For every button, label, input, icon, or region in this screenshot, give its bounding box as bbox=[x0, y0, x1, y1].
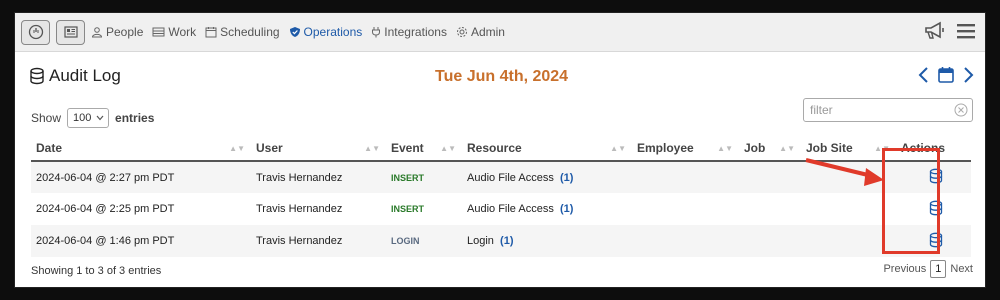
cell-user: Travis Hernandez bbox=[256, 203, 343, 215]
work-icon bbox=[152, 27, 165, 37]
nav-item-integrations[interactable]: Integrations bbox=[371, 25, 447, 39]
sort-icon: ▲▼ bbox=[364, 144, 380, 153]
resource-count-link[interactable]: (1) bbox=[560, 203, 573, 215]
nav-right bbox=[923, 20, 977, 42]
megaphone-icon[interactable] bbox=[923, 20, 947, 42]
column-header-job[interactable]: Job ▲▼ bbox=[739, 135, 801, 162]
current-date: Tue Jun 4th, 2024 bbox=[435, 68, 569, 85]
entries-control: Show 100 entries bbox=[31, 108, 154, 128]
cell-job bbox=[739, 161, 801, 193]
sort-icon: ▲▼ bbox=[610, 144, 626, 153]
cell-resource: Audio File Access (1) bbox=[462, 161, 632, 193]
page-title-text: Audit Log bbox=[49, 66, 121, 85]
table-info: Showing 1 to 3 of 3 entries bbox=[31, 265, 162, 277]
gauge-icon bbox=[28, 24, 43, 40]
sort-icon: ▲▼ bbox=[717, 144, 733, 153]
cell-resource: Audio File Access (1) bbox=[462, 193, 632, 225]
table-header-row: Date ▲▼ User ▲▼ Event ▲▼ Resource ▲▼ Employe… bbox=[31, 135, 971, 162]
cell-user: Travis Hernandez bbox=[251, 161, 386, 193]
nav-item-label: Work bbox=[168, 25, 197, 39]
nav-item-label: Scheduling bbox=[220, 25, 280, 39]
audit-table: Date ▲▼ User ▲▼ Event ▲▼ Resource ▲▼ Employe… bbox=[31, 135, 971, 257]
app-frame: People Work Scheduling Operations Integr… bbox=[14, 12, 986, 288]
nav-item-people[interactable]: People bbox=[91, 25, 143, 39]
event-badge: INSERT bbox=[391, 204, 425, 214]
page-title: Audit Log bbox=[29, 66, 121, 86]
previous-button[interactable]: Previous bbox=[883, 263, 926, 275]
entries-value: 100 bbox=[73, 112, 92, 124]
filter-input[interactable]: filter bbox=[803, 98, 973, 122]
nav-item-scheduling[interactable]: Scheduling bbox=[205, 25, 280, 39]
annotation-highlight-box bbox=[882, 148, 940, 254]
column-header-employee[interactable]: Employee ▲▼ bbox=[632, 135, 739, 162]
cell-date: 2024-06-04 @ 2:25 pm PDT bbox=[36, 203, 175, 215]
sort-icon: ▲▼ bbox=[779, 144, 795, 153]
chevron-right-icon[interactable] bbox=[961, 66, 975, 84]
nav-item-label: People bbox=[106, 25, 144, 39]
date-navigation bbox=[917, 66, 975, 84]
column-header-event[interactable]: Event ▲▼ bbox=[386, 135, 462, 162]
show-label: Show bbox=[31, 111, 62, 125]
cell-user: Travis Hernandez bbox=[251, 225, 386, 257]
resource-count-link[interactable]: (1) bbox=[560, 172, 573, 184]
filter-placeholder: filter bbox=[810, 103, 833, 117]
clear-icon[interactable] bbox=[954, 103, 968, 117]
cell-date: 2024-06-04 @ 2:27 pm PDT bbox=[31, 161, 251, 193]
chevron-left-icon[interactable] bbox=[917, 66, 931, 84]
cell-event: LOGIN bbox=[386, 225, 462, 257]
entries-select[interactable]: 100 bbox=[67, 108, 110, 128]
sort-icon: ▲▼ bbox=[229, 144, 245, 153]
cell-event: INSERT bbox=[386, 193, 462, 225]
table-row: 2024-06-04 @ 2:25 pm PDT Travis Hernande… bbox=[31, 193, 971, 225]
cell-event: INSERT bbox=[386, 161, 462, 193]
sort-icon: ▲▼ bbox=[440, 144, 456, 153]
top-nav: People Work Scheduling Operations Integr… bbox=[15, 13, 985, 52]
entries-label: entries bbox=[115, 111, 155, 125]
resource-name: Audio File Access bbox=[467, 171, 554, 184]
table-controls: Show 100 entries filter bbox=[15, 92, 985, 132]
cell-resource: Login (1) bbox=[462, 225, 632, 257]
chevron-down-icon bbox=[96, 115, 104, 121]
cell-job bbox=[739, 193, 801, 225]
gear-icon bbox=[456, 27, 467, 37]
column-header-user[interactable]: User ▲▼ bbox=[251, 135, 386, 162]
resource-count-link[interactable]: (1) bbox=[500, 235, 513, 247]
nav-item-work[interactable]: Work bbox=[152, 25, 196, 39]
column-header-date[interactable]: Date ▲▼ bbox=[31, 135, 251, 162]
title-row: Audit Log Tue Jun 4th, 2024 bbox=[15, 52, 985, 92]
page-1-button[interactable]: 1 bbox=[930, 260, 947, 278]
cell-date: 2024-06-04 @ 1:46 pm PDT bbox=[31, 225, 251, 257]
news-button[interactable] bbox=[56, 19, 85, 45]
dashboard-button[interactable] bbox=[21, 19, 50, 45]
event-badge: INSERT bbox=[391, 172, 425, 183]
cell-employee bbox=[632, 193, 739, 225]
column-header-resource[interactable]: Resource ▲▼ bbox=[462, 135, 632, 162]
cell-employee bbox=[632, 225, 739, 257]
newspaper-icon bbox=[63, 26, 78, 38]
calendar-icon bbox=[205, 27, 217, 38]
database-icon bbox=[30, 67, 44, 85]
pagination: Previous 1 Next bbox=[883, 260, 973, 278]
resource-name: Audio File Access bbox=[467, 203, 554, 215]
cell-job bbox=[739, 225, 801, 257]
nav-item-operations[interactable]: Operations bbox=[289, 25, 363, 39]
nav-item-label: Admin bbox=[470, 25, 505, 39]
next-button[interactable]: Next bbox=[950, 263, 973, 275]
cell-employee bbox=[632, 161, 739, 193]
table-row: 2024-06-04 @ 1:46 pm PDT Travis Hernande… bbox=[31, 225, 971, 257]
resource-name: Login bbox=[467, 235, 494, 247]
person-icon bbox=[91, 27, 103, 38]
nav-item-admin[interactable]: Admin bbox=[456, 25, 505, 39]
plug-icon bbox=[372, 27, 381, 38]
hamburger-menu-icon[interactable] bbox=[955, 21, 977, 41]
calendar-picker-icon[interactable] bbox=[937, 66, 955, 84]
shield-icon bbox=[289, 27, 300, 37]
nav-item-label: Integrations bbox=[384, 25, 447, 39]
nav-item-label: Operations bbox=[303, 25, 363, 39]
table-row: 2024-06-04 @ 2:27 pm PDT Travis Hernande… bbox=[31, 161, 971, 193]
event-badge: LOGIN bbox=[391, 236, 420, 246]
